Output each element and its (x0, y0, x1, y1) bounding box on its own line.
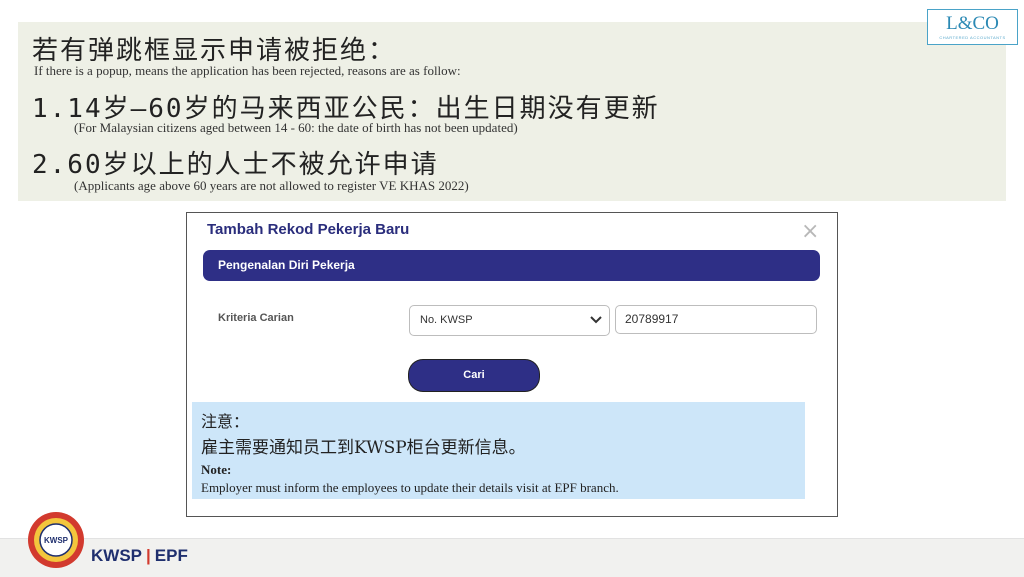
reason-2-zh: 2.60岁以上的人士不被允许申请 (32, 150, 439, 180)
note-text-zh: 雇主需要通知员工到KWSP柜台更新信息。 (201, 438, 526, 458)
section-header: Pengenalan Diri Pekerja (203, 250, 820, 281)
note-heading-zh: 注意： (201, 412, 250, 431)
brand-separator: | (146, 546, 151, 565)
lco-logo: L&CO CHARTERED ACCOUNTANTS (927, 9, 1018, 45)
banner-title-zh: 若有弹跳框显示申请被拒绝： (32, 36, 397, 66)
search-input[interactable]: 20789917 (615, 305, 817, 334)
add-employee-modal: Tambah Rekod Pekerja Baru × Pengenalan D… (186, 212, 838, 517)
note-text-en: Employer must inform the employees to up… (201, 480, 619, 495)
banner-title-en: If there is a popup, means the applicati… (34, 63, 461, 78)
modal-title: Tambah Rekod Pekerja Baru (207, 221, 410, 238)
note-box: 注意： 雇主需要通知员工到KWSP柜台更新信息。 Note: Employer … (192, 402, 805, 499)
section-header-label: Pengenalan Diri Pekerja (218, 258, 355, 272)
brand-right: EPF (154, 546, 188, 565)
search-criteria-select[interactable]: No. KWSP (409, 305, 610, 336)
lco-logo-text: L&CO (946, 13, 999, 34)
reason-2-en: (Applicants age above 60 years are not a… (74, 178, 469, 193)
info-banner: 若有弹跳框显示申请被拒绝： If there is a popup, means… (18, 22, 1006, 201)
emblem-text: KWSP (44, 536, 69, 545)
kwsp-emblem-icon: KWSP (28, 512, 84, 568)
reason-1-en: (For Malaysian citizens aged between 14 … (74, 120, 518, 135)
search-criteria-label: Kriteria Carian (218, 312, 294, 324)
kwsp-epf-brand: KWSP | EPF (91, 546, 188, 566)
brand-left: KWSP (91, 546, 142, 565)
search-button[interactable]: Cari (409, 360, 539, 391)
close-icon[interactable]: × (801, 219, 819, 244)
note-heading-en: Note: (201, 462, 232, 477)
chevron-down-icon (590, 316, 602, 324)
search-criteria-value: No. KWSP (420, 314, 473, 326)
lco-logo-sub: CHARTERED ACCOUNTANTS (939, 35, 1006, 40)
